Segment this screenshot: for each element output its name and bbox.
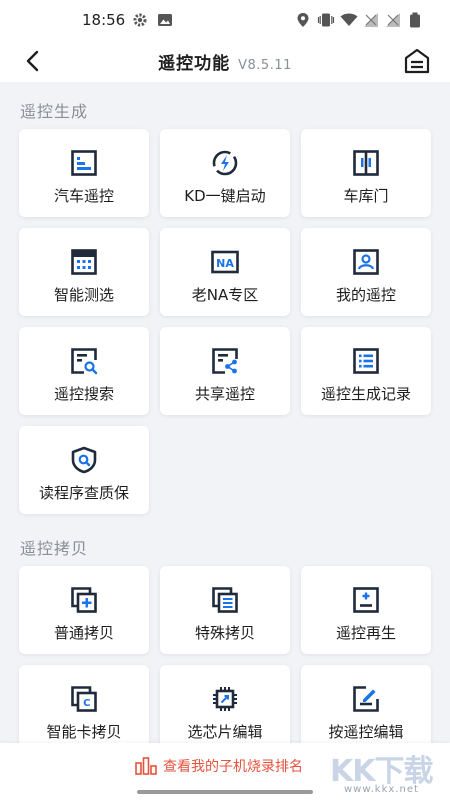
card-label: 车库门 (343, 187, 389, 205)
image-icon (158, 14, 172, 26)
app-header: 遥控功能 V8.5.11 (0, 40, 450, 82)
card-special-copy[interactable]: 特殊拷贝 (160, 566, 290, 654)
card-na-zone[interactable]: NA 老NA专区 (160, 228, 290, 316)
status-time: 18:56 (82, 11, 126, 29)
card-label: 按遥控编辑 (328, 723, 404, 741)
card-remote-search[interactable]: 遥控搜索 (19, 327, 149, 415)
normal-copy-icon (71, 587, 97, 613)
svg-text:NA: NA (216, 257, 234, 270)
card-share-remote[interactable]: 共享遥控 (160, 327, 290, 415)
card-label: 汽车遥控 (53, 187, 114, 205)
burn-ranking-text: 查看我的子机烧录排名 (163, 759, 303, 775)
card-label: 遥控生成记录 (320, 385, 411, 403)
remote-search-icon (71, 348, 98, 375)
bar-chart-icon (135, 757, 157, 775)
svg-text:C: C (83, 698, 90, 709)
card-label: 我的遥控 (335, 286, 396, 304)
card-label: 智能测选 (53, 286, 114, 304)
burn-ranking-link[interactable]: 查看我的子机烧录排名 (135, 756, 303, 776)
card-label: 读程序查质保 (38, 484, 129, 502)
car-remote-icon (71, 150, 97, 176)
card-generation-record[interactable]: 遥控生成记录 (301, 327, 431, 415)
watermark-url: www.kkx.net (344, 784, 419, 795)
home-icon[interactable] (402, 46, 432, 76)
card-car-remote[interactable]: 汽车遥控 (19, 129, 149, 217)
card-label: 遥控搜索 (53, 385, 114, 403)
signal-off-icon (364, 13, 378, 27)
card-garage-door[interactable]: 车库门 (301, 129, 431, 217)
card-label: KD一键启动 (184, 187, 266, 205)
card-normal-copy[interactable]: 普通拷贝 (19, 566, 149, 654)
section-title-copy: 遥控拷贝 (20, 539, 89, 558)
card-label: 老NA专区 (191, 286, 259, 304)
card-smart-card-copy[interactable]: C 智能卡拷贝 (19, 665, 149, 753)
signal-off-icon-2 (386, 13, 400, 27)
version-label: V8.5.11 (238, 58, 292, 73)
card-label: 选芯片编辑 (187, 723, 263, 741)
garage-door-icon (353, 150, 379, 176)
vibrate-icon (317, 13, 335, 27)
watermark: KK下载 www.kkx.net (330, 746, 448, 798)
location-icon (297, 13, 309, 27)
smart-detect-icon (71, 249, 97, 275)
generation-record-icon (353, 348, 379, 374)
settings-icon (133, 13, 147, 27)
card-label: 普通拷贝 (53, 624, 114, 642)
card-my-remote[interactable]: 我的遥控 (301, 228, 431, 316)
share-remote-icon (212, 348, 238, 374)
gesture-handle[interactable] (137, 790, 313, 794)
card-label: 共享遥控 (194, 385, 255, 403)
wifi-icon (340, 13, 358, 26)
card-warranty-check[interactable]: 读程序查质保 (19, 426, 149, 514)
section-title-generate: 遥控生成 (20, 102, 89, 121)
smart-card-copy-icon: C (71, 686, 97, 712)
battery-icon (410, 12, 420, 28)
card-label: 智能卡拷贝 (46, 723, 122, 741)
page-title-text: 遥控功能 (158, 54, 231, 74)
chip-edit-icon (213, 687, 237, 711)
page-title: 遥控功能 V8.5.11 (0, 49, 450, 74)
card-remote-edit[interactable]: 按遥控编辑 (301, 665, 431, 753)
status-bar: 18:56 (0, 0, 450, 40)
my-remote-icon (353, 249, 379, 275)
card-chip-edit[interactable]: 选芯片编辑 (160, 665, 290, 753)
card-label: 遥控再生 (335, 624, 396, 642)
warranty-check-icon (71, 446, 97, 474)
remote-edit-icon (353, 686, 379, 712)
card-smart-detect[interactable]: 智能测选 (19, 228, 149, 316)
one-key-start-icon (212, 150, 238, 176)
special-copy-icon (212, 587, 238, 613)
remote-regenerate-icon (353, 587, 379, 613)
card-one-key-start[interactable]: KD一键启动 (160, 129, 290, 217)
card-label: 特殊拷贝 (194, 624, 255, 642)
na-zone-icon: NA (211, 250, 239, 274)
card-remote-regenerate[interactable]: 遥控再生 (301, 566, 431, 654)
